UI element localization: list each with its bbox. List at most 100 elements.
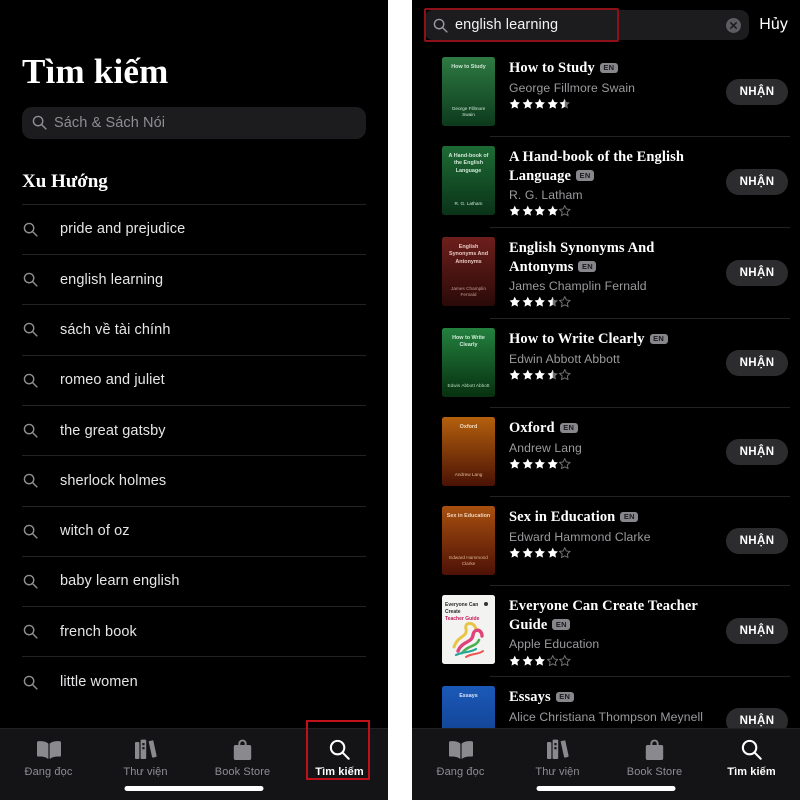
table-row[interactable]: How to Study George Fillmore Swain How t… — [412, 47, 800, 136]
book-meta: Essays EN Alice Christiana Thompson Meyne… — [495, 686, 720, 724]
list-item-label: witch of oz — [60, 523, 130, 540]
book-title: Sex in Education EN — [509, 508, 720, 527]
search-icon — [23, 272, 38, 287]
tab-book-store[interactable]: Book Store — [606, 738, 703, 778]
search-icon — [23, 624, 38, 639]
left-phone-panel: Tìm kiếm Sách & Sách Nói Xu Hướng pride … — [0, 0, 388, 800]
cover-author: Edward Hammond Clarke — [449, 554, 488, 567]
list-item-label: baby learn english — [60, 573, 180, 590]
search-icon — [23, 423, 38, 438]
tab-label: Đang đọc — [24, 766, 73, 778]
list-item-label: french book — [60, 623, 137, 640]
list-item-label: sherlock holmes — [60, 472, 167, 489]
book-title-text: How to Study — [509, 60, 595, 76]
book-title: How to Study EN — [509, 59, 720, 78]
table-row[interactable]: How to Write Clearly Edwin Abbott Abbott… — [412, 318, 800, 407]
list-item[interactable]: sách về tài chính — [22, 304, 366, 354]
list-item-label: english learning — [60, 271, 164, 288]
get-button[interactable]: NHẬN — [726, 78, 788, 105]
tab-thu-vien[interactable]: Thư viện — [97, 738, 194, 778]
book-meta: Oxford EN Andrew Lang — [495, 417, 720, 470]
get-button[interactable]: NHẬN — [726, 349, 788, 376]
get-button[interactable]: NHẬN — [726, 168, 788, 195]
page-title: Tìm kiếm — [22, 52, 169, 91]
get-button[interactable]: NHẬN — [726, 438, 788, 465]
list-item-label: romeo and juliet — [60, 372, 165, 389]
list-item[interactable]: baby learn english — [22, 555, 366, 606]
table-row[interactable]: A Hand-book of the English Language R. G… — [412, 136, 800, 227]
book-cover: A Hand-book of the English Language R. G… — [442, 146, 495, 215]
right-phone-panel: english learning Hủy How to Study George… — [412, 0, 800, 800]
search-icon — [23, 373, 38, 388]
search-icon — [23, 222, 38, 237]
book-cover: Oxford Andrew Lang — [442, 417, 495, 487]
tab-label: Book Store — [626, 766, 683, 778]
list-item[interactable]: english learning — [22, 254, 366, 304]
home-indicator — [536, 786, 676, 791]
book-author: Andrew Lang — [509, 440, 582, 455]
table-row[interactable]: Everyone Can Create Teacher Guide Everyo… — [412, 585, 800, 676]
search-results-list[interactable]: How to Study George Fillmore Swain How t… — [412, 47, 800, 800]
tab-bar: Đang đọc Thư viện Book Store Tìm kiếm — [412, 728, 800, 800]
tab-dang-doc[interactable]: Đang đọc — [412, 738, 509, 778]
tab-tim-kiem[interactable]: Tìm kiếm — [703, 738, 800, 778]
tab-dang-doc[interactable]: Đang đọc — [0, 738, 97, 778]
rating-stars — [509, 368, 720, 381]
language-badge: EN — [578, 261, 597, 272]
book-cover: Sex in Education Edward Hammond Clarke — [442, 506, 495, 576]
get-button[interactable]: NHẬN — [726, 259, 788, 286]
book-title: How to Write Clearly EN — [509, 330, 720, 349]
book-meta: A Hand-book of the English Language EN R.… — [495, 146, 720, 217]
book-cover: English Synonyms And Antonyms James Cham… — [442, 237, 495, 307]
tab-bar: Đang đọc Thư viện Book Store Tìm kiếm — [0, 728, 388, 800]
open-book-icon — [36, 738, 62, 761]
tab-label: Thư viện — [535, 766, 580, 778]
list-item[interactable]: romeo and juliet — [22, 354, 366, 405]
search-icon — [23, 323, 38, 338]
cover-title: Essays — [459, 693, 478, 700]
cancel-button[interactable]: Hủy — [759, 16, 788, 34]
search-icon — [23, 675, 38, 690]
tab-book-store[interactable]: Book Store — [194, 738, 291, 778]
language-badge: EN — [599, 62, 618, 73]
clear-circle-icon[interactable] — [726, 17, 742, 33]
list-item-label: pride and prejudice — [60, 221, 186, 238]
screenshot-root: Tìm kiếm Sách & Sách Nói Xu Hướng pride … — [0, 0, 800, 800]
list-item[interactable]: pride and prejudice — [22, 203, 366, 254]
book-cover: How to Study George Fillmore Swain — [442, 57, 495, 126]
list-item[interactable]: little women — [22, 656, 366, 706]
cover-title: Oxford — [459, 424, 478, 431]
rating-stars — [509, 205, 720, 217]
book-author: Edwin Abbott Abbott — [509, 351, 620, 366]
cover-author: Andrew Lang — [454, 472, 483, 478]
language-badge: EN — [649, 333, 668, 345]
get-button[interactable]: NHẬN — [726, 617, 788, 644]
rating-stars — [509, 98, 720, 110]
list-item[interactable]: the great gatsby — [22, 404, 366, 455]
list-item[interactable]: french book — [22, 606, 366, 656]
tab-thu-vien[interactable]: Thư viện — [509, 738, 606, 778]
search-input[interactable]: english learning — [424, 10, 750, 40]
language-badge: EN — [552, 619, 571, 630]
search-icon — [740, 738, 763, 761]
tab-tim-kiem[interactable]: Tìm kiếm — [291, 738, 388, 778]
table-row[interactable]: Oxford Andrew Lang Oxford EN Andrew Lang … — [412, 407, 800, 496]
search-query-text: english learning — [455, 17, 559, 33]
shopping-bag-icon — [232, 738, 253, 761]
trending-list: pride and prejudice english learning sác… — [22, 203, 366, 707]
search-input[interactable]: Sách & Sách Nói — [22, 106, 366, 139]
get-button[interactable]: NHẬN — [726, 527, 788, 554]
tab-label: Đang đọc — [436, 766, 485, 778]
cover-title: How to Write Clearly — [452, 335, 485, 349]
table-row[interactable]: Sex in Education Edward Hammond Clarke S… — [412, 496, 800, 585]
book-title-text: Oxford — [509, 420, 555, 437]
list-item[interactable]: witch of oz — [22, 505, 366, 556]
book-title: English Synonyms And Antonyms EN — [509, 239, 720, 276]
list-item[interactable]: sherlock holmes — [22, 455, 366, 505]
book-title-text: A Hand-book of the English Language — [509, 149, 685, 184]
bookshelf-icon — [546, 738, 570, 761]
trending-heading: Xu Hướng — [22, 170, 108, 192]
cover-title: A Hand-book of the English Language — [448, 153, 489, 174]
table-row[interactable]: English Synonyms And Antonyms James Cham… — [412, 227, 800, 318]
book-author: Apple Education — [509, 637, 600, 652]
